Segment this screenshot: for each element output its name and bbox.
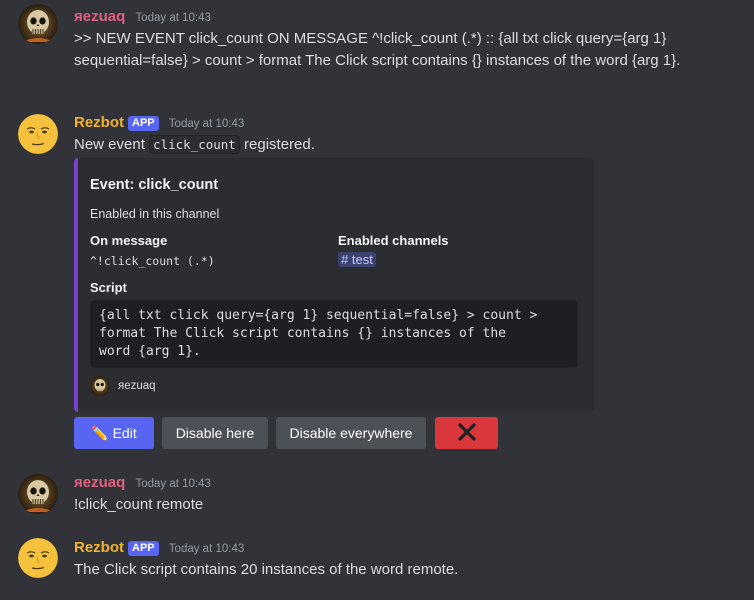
author-name[interactable]: Rezbot — [74, 114, 124, 131]
channel-mention[interactable]: # test — [338, 252, 376, 267]
message-text: !click_count remote — [74, 496, 204, 513]
embed-description: Enabled in this channel — [90, 207, 220, 221]
message-timestamp: Today at 10:43 — [135, 12, 211, 24]
disable-here-button[interactable]: Disable here — [162, 417, 268, 449]
message-timestamp: Today at 10:43 — [135, 478, 211, 490]
embed-field-channels-value: # test — [338, 249, 376, 271]
embed-field-script-name: Script — [90, 280, 127, 295]
app-tag: APP — [128, 116, 159, 131]
message-text-before: New event — [74, 136, 150, 153]
embed-footer: яezuaq — [90, 376, 156, 396]
message-text-after: registered. — [239, 136, 315, 153]
disable-here-label: Disable here — [175, 425, 255, 441]
message-text: >> NEW EVENT click_count ON MESSAGE ^!cl… — [74, 30, 681, 69]
user-avatar[interactable] — [18, 474, 58, 514]
author-name[interactable]: яezuaq — [74, 8, 125, 25]
disable-everywhere-label: Disable everywhere — [289, 425, 413, 441]
bot-avatar[interactable] — [18, 538, 58, 578]
edit-button[interactable]: ✏️ Edit — [74, 417, 154, 449]
embed-field-on-message-name: On message — [90, 233, 168, 248]
author-name[interactable]: Rezbot — [74, 539, 124, 556]
bot-avatar[interactable] — [18, 114, 58, 154]
channel-name: test — [351, 252, 373, 267]
user-avatar[interactable] — [18, 4, 58, 44]
embed-footer-text: яezuaq — [118, 380, 156, 392]
edit-button-label: Edit — [112, 425, 137, 441]
close-icon — [457, 423, 476, 441]
message-text: New event click_count registered. — [74, 134, 738, 156]
channel-hash-icon: # — [341, 252, 349, 267]
message-timestamp: Today at 10:43 — [168, 543, 245, 555]
event-embed: Event: click_count Enabled in this chann… — [74, 158, 594, 412]
disable-everywhere-button[interactable]: Disable everywhere — [276, 417, 426, 449]
author-name[interactable]: яezuaq — [74, 474, 125, 491]
embed-field-on-message-value: ^!click_count (.*) — [90, 254, 215, 268]
delete-button[interactable] — [435, 417, 498, 449]
embed-title: Event: click_count — [90, 177, 219, 193]
footer-avatar — [90, 376, 110, 396]
message-text: The Click script contains 20 instances o… — [74, 561, 459, 578]
app-tag: APP — [128, 541, 159, 556]
message-timestamp: Today at 10:43 — [168, 118, 245, 130]
inline-code: click_count — [149, 135, 240, 154]
pencil-icon: ✏️ — [91, 425, 109, 441]
script-codeblock: {all txt click query={arg 1} sequential=… — [90, 300, 578, 368]
